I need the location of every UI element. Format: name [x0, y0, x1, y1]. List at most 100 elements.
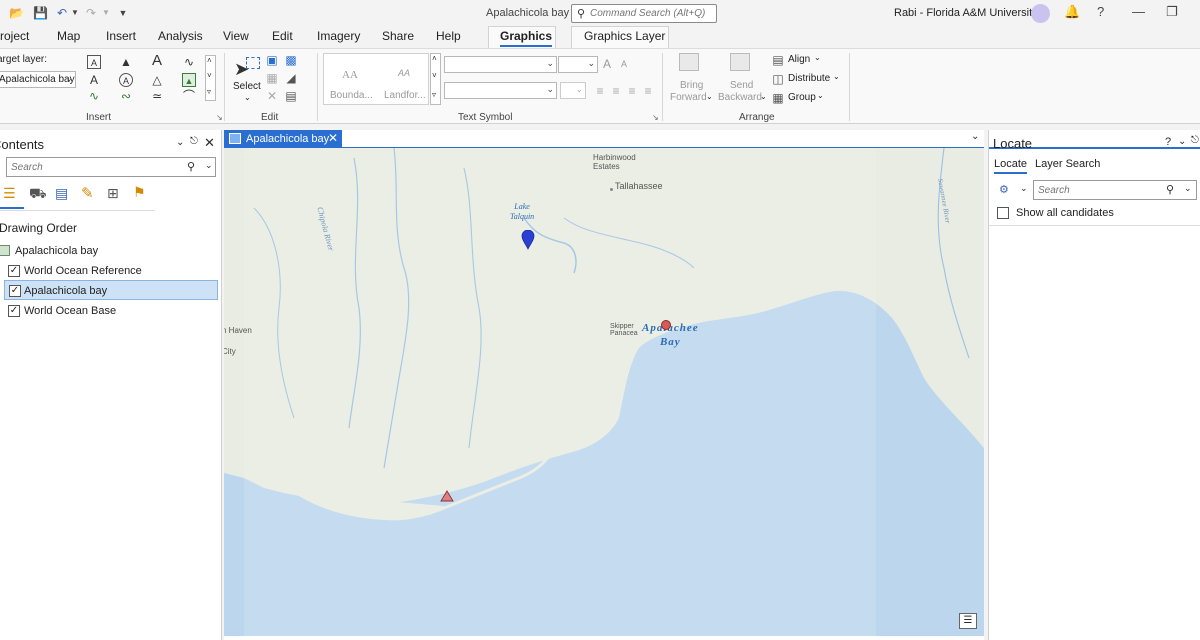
- tab-imagery[interactable]: Imagery: [317, 29, 360, 43]
- list-by-labeling-icon[interactable]: ⚑: [133, 184, 146, 201]
- list-by-drawing-order-icon[interactable]: ☰: [3, 185, 16, 202]
- tab-map-view[interactable]: Apalachicola bay ✕: [224, 130, 342, 148]
- command-search[interactable]: ⚲: [571, 4, 717, 23]
- flip-icon[interactable]: ◢: [284, 71, 298, 85]
- tab-locate[interactable]: Locate: [994, 158, 1028, 174]
- chevron-down-icon[interactable]: ⌄: [1020, 183, 1028, 194]
- tab-help[interactable]: Help: [436, 29, 461, 43]
- select-button[interactable]: ➤ Select ⌄: [232, 55, 264, 103]
- map-canvas[interactable]: Harbinwood Estates Tallahassee Lake Talq…: [224, 148, 984, 636]
- chevron-down-icon[interactable]: ⌄: [971, 131, 979, 142]
- lasso-icon[interactable]: ≃: [150, 89, 164, 103]
- curved-text-icon[interactable]: A: [87, 73, 101, 87]
- font-family-dropdown[interactable]: ⌄: [444, 56, 557, 73]
- pin-icon[interactable]: ⎋: [190, 136, 198, 147]
- gallery-item-boundary[interactable]: Bounda...: [330, 90, 373, 101]
- avatar[interactable]: [1031, 4, 1050, 23]
- tab-share[interactable]: Share: [382, 29, 414, 43]
- pane-options-icon[interactable]: ⌄: [176, 137, 184, 148]
- search-icon[interactable]: ⚲: [1166, 183, 1174, 196]
- align-left-icon[interactable]: ≡: [593, 84, 607, 98]
- gallery-item-landform[interactable]: Landfor...: [384, 90, 426, 101]
- freehand-icon[interactable]: ∾: [119, 89, 133, 103]
- gallery-scroll[interactable]: ˄ ˅ ▿: [205, 55, 216, 101]
- polygon-text-icon[interactable]: ▲: [119, 55, 133, 69]
- undo-dropdown-icon[interactable]: ▼: [68, 6, 82, 20]
- grid-icon[interactable]: ▦: [265, 71, 279, 85]
- open-project-icon[interactable]: 📂: [9, 6, 24, 20]
- save-icon[interactable]: 💾: [33, 6, 48, 20]
- select-by-rectangle-icon[interactable]: ▩: [284, 53, 298, 67]
- locate-search-input[interactable]: [1038, 183, 1158, 197]
- minimize-button[interactable]: —: [1132, 4, 1145, 19]
- chevron-down-icon[interactable]: ⌄: [1184, 183, 1192, 194]
- align-center-icon[interactable]: ≡: [609, 84, 623, 98]
- align-right-icon[interactable]: ≡: [625, 84, 639, 98]
- locate-search[interactable]: ⚲ ⌄: [1033, 180, 1197, 200]
- layer-row[interactable]: ✓ World Ocean Base: [0, 301, 218, 321]
- list-by-selection-icon[interactable]: ▤: [55, 185, 68, 202]
- bring-forward-button[interactable]: Bring Forward ⌄: [668, 53, 714, 107]
- circle-text-icon[interactable]: A: [119, 73, 133, 87]
- picture-icon[interactable]: ▲: [182, 73, 196, 87]
- list-by-snapping-icon[interactable]: ⊞: [107, 185, 119, 202]
- tab-project[interactable]: Project: [0, 29, 29, 43]
- text-icon[interactable]: A: [150, 53, 164, 68]
- contents-search-input[interactable]: [11, 160, 181, 174]
- rectangle-text-icon[interactable]: A: [87, 55, 101, 69]
- tab-view[interactable]: View: [223, 29, 249, 43]
- redo-icon[interactable]: ↷: [84, 6, 98, 20]
- distribute-button[interactable]: ◫ Distribute ⌄: [771, 72, 843, 88]
- search-icon[interactable]: ⚲: [187, 160, 195, 173]
- redo-dropdown-icon[interactable]: ▼: [99, 6, 113, 20]
- select-tool-icon[interactable]: ▣: [265, 53, 279, 67]
- layer-row[interactable]: ✓ World Ocean Reference: [0, 261, 218, 281]
- group-select-icon[interactable]: ▤: [284, 89, 298, 103]
- triangle-graphic[interactable]: [440, 490, 454, 502]
- tab-insert[interactable]: Insert: [106, 29, 136, 43]
- layer-row-selected[interactable]: ✓ Apalachicola bay: [4, 280, 218, 300]
- color-dropdown[interactable]: ⌄: [560, 82, 586, 99]
- list-by-editing-icon[interactable]: ✎: [81, 184, 94, 202]
- layer-visibility-checkbox[interactable]: ✓: [8, 305, 20, 317]
- layer-visibility-checkbox[interactable]: ✓: [9, 285, 21, 297]
- customize-toolbar-icon[interactable]: ▼: [116, 6, 130, 20]
- tab-analysis[interactable]: Analysis: [158, 29, 203, 43]
- command-search-input[interactable]: [590, 6, 714, 21]
- help-icon[interactable]: ?: [1165, 136, 1171, 148]
- dialog-launcher-icon[interactable]: ↘: [216, 113, 223, 122]
- point-text-icon[interactable]: △: [150, 73, 164, 87]
- layer-visibility-checkbox[interactable]: ✓: [8, 265, 20, 277]
- font-size-dropdown[interactable]: ⌄: [558, 56, 598, 73]
- symbol-gallery[interactable]: AA AA Bounda... Landfor...: [323, 53, 429, 105]
- tab-map[interactable]: Map: [57, 29, 80, 43]
- pane-options-icon[interactable]: ⌄: [1178, 136, 1186, 147]
- map-notes-icon[interactable]: ☰: [959, 613, 977, 629]
- list-by-source-icon[interactable]: ⛟: [29, 185, 47, 204]
- notifications-icon[interactable]: 🔔: [1064, 4, 1080, 20]
- grow-font-button[interactable]: A: [603, 57, 611, 71]
- tab-layer-search[interactable]: Layer Search: [1035, 158, 1100, 170]
- map-pin-marker[interactable]: [521, 230, 535, 250]
- align-button[interactable]: ▤ Align ⌄: [771, 53, 843, 69]
- restore-button[interactable]: ❐: [1166, 4, 1178, 20]
- point-graphic[interactable]: [661, 320, 671, 330]
- locator-settings-icon[interactable]: ⚙: [999, 183, 1009, 196]
- tab-graphics[interactable]: Graphics: [500, 29, 553, 47]
- chevron-down-icon[interactable]: ⌄: [205, 160, 213, 171]
- close-icon[interactable]: ✕: [328, 131, 338, 145]
- pin-icon[interactable]: ⎋: [1191, 135, 1199, 146]
- close-icon[interactable]: ✕: [204, 135, 215, 151]
- tab-graphics-layer[interactable]: Graphics Layer: [584, 29, 665, 43]
- gallery-scroll[interactable]: ˄ ˅ ▿: [430, 53, 441, 105]
- group-button[interactable]: ▦ Group ⌄: [771, 91, 843, 107]
- spline-text-icon[interactable]: ∿: [182, 55, 196, 69]
- polyline-icon[interactable]: ∿: [87, 89, 101, 103]
- send-backward-button[interactable]: Send Backward ⌄: [716, 53, 768, 107]
- map-item[interactable]: Apalachicola bay: [0, 241, 218, 261]
- undo-icon[interactable]: ↶: [55, 6, 69, 20]
- show-all-candidates-checkbox[interactable]: [997, 207, 1009, 219]
- delete-icon[interactable]: ✕: [265, 89, 279, 103]
- help-button[interactable]: ?: [1097, 4, 1104, 19]
- dialog-launcher-icon[interactable]: ↘: [652, 113, 659, 122]
